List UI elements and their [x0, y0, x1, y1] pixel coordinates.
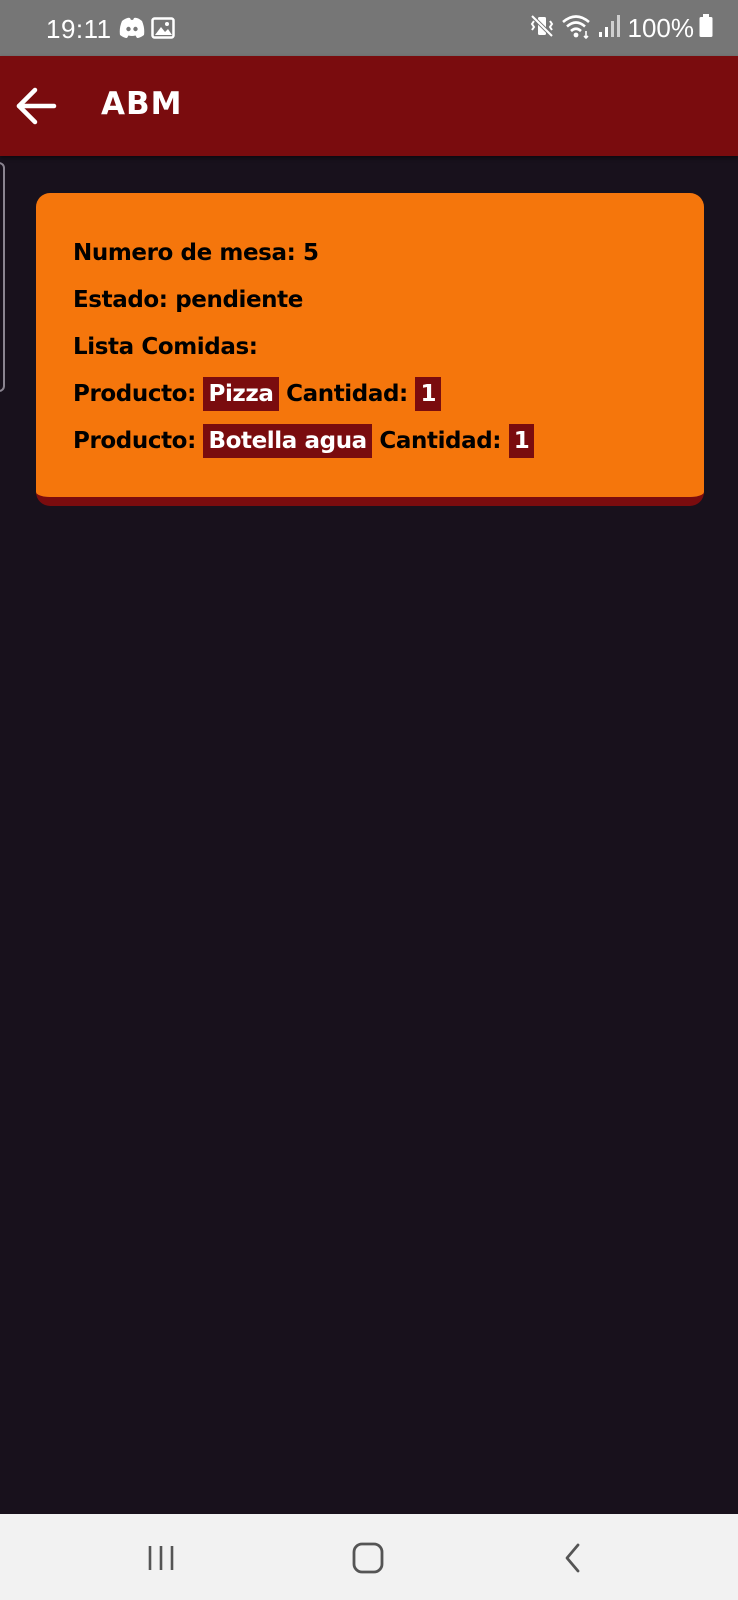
- recents-button[interactable]: [133, 1530, 189, 1586]
- status-bar: 19:11 100%: [0, 0, 738, 56]
- quantity-value: 1: [508, 424, 535, 458]
- food-list-label: Lista Comidas:: [73, 334, 258, 360]
- quantity-value: 1: [415, 377, 442, 411]
- battery-icon: [698, 12, 714, 45]
- wifi-icon: [560, 12, 592, 45]
- arrow-left-icon: [16, 87, 57, 125]
- quantity-label: Cantidad:: [379, 428, 502, 454]
- product-label: Producto:: [73, 428, 196, 454]
- battery-percent: 100%: [627, 12, 695, 43]
- order-card[interactable]: Numero de mesa: 5 Estado: pendiente List…: [36, 193, 704, 506]
- drawer-handle[interactable]: [0, 162, 5, 392]
- back-chevron-icon: [565, 1543, 580, 1573]
- recents-icon: [148, 1546, 174, 1570]
- home-icon: [352, 1542, 384, 1574]
- status-row: Estado: pendiente: [73, 282, 704, 329]
- quantity-label: Cantidad:: [286, 381, 408, 407]
- product-name: Botella agua: [203, 424, 372, 458]
- mute-vibrate-icon: [528, 12, 556, 45]
- status-icons: 100%: [528, 12, 715, 44]
- table-number-label: Numero de mesa:: [73, 240, 296, 266]
- status-value: pendiente: [175, 287, 303, 313]
- page-title: ABM: [101, 86, 183, 122]
- food-list-heading: Lista Comidas:: [73, 329, 704, 376]
- product-label: Producto:: [73, 381, 196, 407]
- system-nav-bar: [0, 1514, 738, 1600]
- discord-icon: [118, 16, 146, 40]
- table-number-row: Numero de mesa: 5: [73, 235, 704, 282]
- system-back-button[interactable]: [546, 1530, 602, 1586]
- app-bar: ABM: [0, 56, 738, 156]
- status-label: Estado:: [73, 287, 168, 313]
- status-time: 19:11: [46, 14, 112, 44]
- table-number-value: 5: [303, 240, 319, 266]
- list-item: Producto: Botella agua Cantidad: 1: [73, 423, 704, 470]
- list-item: Producto: Pizza Cantidad: 1: [73, 376, 704, 423]
- signal-icon: [596, 12, 620, 45]
- home-button[interactable]: [340, 1530, 396, 1586]
- product-name: Pizza: [203, 377, 279, 411]
- back-button[interactable]: [14, 84, 58, 128]
- image-icon: [151, 16, 179, 40]
